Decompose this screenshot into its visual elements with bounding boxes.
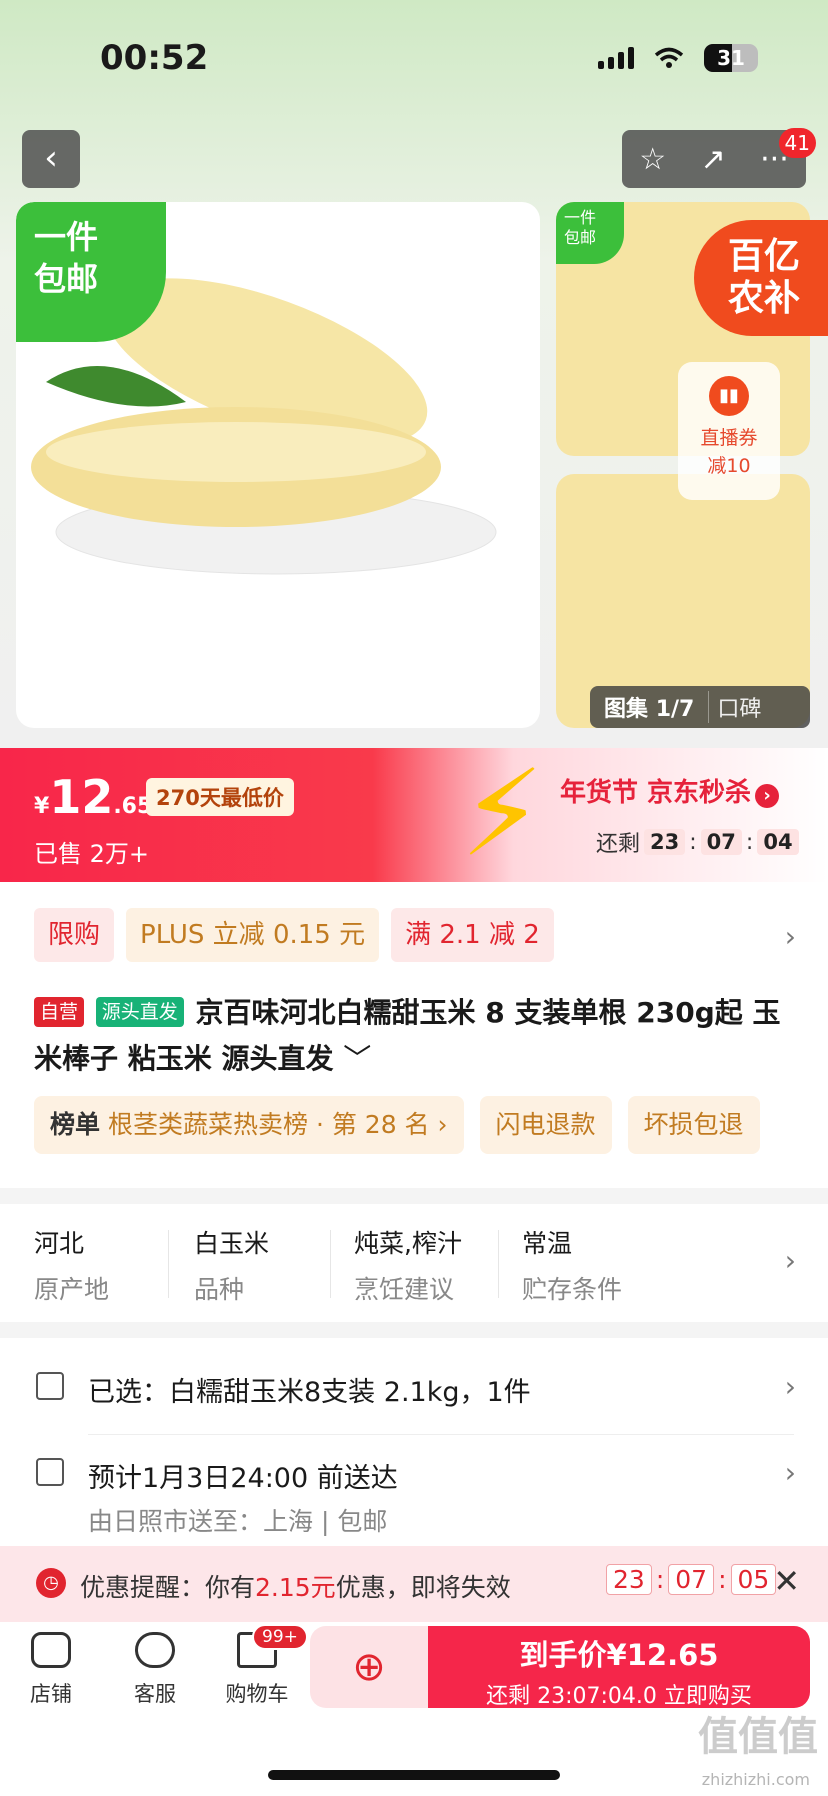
watermark-logo: 值值值: [698, 1714, 818, 1760]
hero-area: 00:52 31 ‹ ☆ ↗ ··· 41 一件 包邮 一件 包邮 百亿 农补 …: [0, 0, 828, 748]
home-indicator: [268, 1770, 560, 1780]
add-cart-icon: ⊕: [352, 1644, 386, 1690]
add-to-cart-button[interactable]: ⊕: [310, 1626, 428, 1708]
mini-free-tag: 一件 包邮: [556, 202, 624, 264]
bottom-bar: 店铺 客服 购物车 99+ ⊕ 到手价¥12.65 还剩 23:07:04.0 …: [0, 1622, 828, 1796]
battery-icon: 31: [704, 44, 758, 72]
spec-cooking: 炖菜,榨汁 烹饪建议: [354, 1229, 462, 1304]
spec-row[interactable]: 河北 原产地 白玉米 品种 炖菜,榨汁 烹饪建议 常温 贮存条件 ›: [0, 1204, 828, 1322]
selected-sku-icon: [36, 1372, 64, 1400]
wifi-icon: [654, 47, 684, 68]
spec-variety: 白玉米 品种: [194, 1229, 270, 1304]
product-title[interactable]: 自营 源头直发 京百味河北白糯甜玉米 8 支装单根 230g起 玉米棒子 粘玉米…: [34, 990, 794, 1082]
self-operated-tag: 自营: [34, 997, 85, 1027]
status-time: 00:52: [100, 38, 209, 78]
promo-discount[interactable]: 满 2.1 减 2: [391, 908, 554, 962]
delivery-estimate[interactable]: 预计1月3日24:00 前送达: [88, 1456, 398, 1495]
source-direct-tag: 源头直发: [95, 997, 184, 1027]
clock-icon: ◷: [36, 1568, 66, 1598]
ship-from: 由日照市送至：上海 | 包邮: [88, 1507, 388, 1536]
current-price: ¥12.65: [34, 770, 153, 824]
store-button[interactable]: 店铺: [6, 1632, 96, 1708]
live-icon: ▮▮: [709, 376, 749, 416]
chevron-right-icon[interactable]: ›: [785, 1456, 796, 1489]
star-icon[interactable]: ☆: [639, 142, 666, 177]
price-banner: ¥12.65 270天最低价 已售 2万+ ⚡ 年货节 京东秒杀 › 还剩 23:…: [0, 748, 828, 882]
product-page: 00:52 31 ‹ ☆ ↗ ··· 41 一件 包邮 一件 包邮 百亿 农补 …: [0, 0, 828, 1796]
watermark-url: zhizhizhi.com: [701, 1770, 810, 1789]
reviews-tab[interactable]: 口碑: [708, 691, 761, 723]
ranking-chip[interactable]: 榜单 根茎类蔬菜热卖榜 · 第 28 名 ›: [34, 1096, 464, 1154]
fast-refund-chip[interactable]: 闪电退款: [479, 1096, 612, 1154]
lightning-icon: ⚡: [460, 745, 545, 884]
notification-badge: 41: [778, 128, 816, 158]
truck-icon: [36, 1458, 64, 1486]
close-icon[interactable]: ✕: [773, 1562, 800, 1600]
spec-storage: 常温 贮存条件: [522, 1229, 623, 1304]
back-icon: ‹: [44, 138, 58, 178]
main-product-image[interactable]: 一件 包邮: [16, 202, 540, 728]
discount-reminder: ◷ 优惠提醒：你有2.15元优惠，即将失效 23: 07: 05 ✕: [0, 1546, 828, 1622]
product-info: 限购 PLUS 立减 0.15 元 满 2.1 减 2 › 自营 源头直发 京百…: [0, 882, 828, 1188]
promo-limit[interactable]: 限购: [34, 908, 115, 962]
chevron-right-icon[interactable]: ›: [785, 1244, 796, 1277]
selection-card: 已选：白糯甜玉米8支装 2.1kg，1件 › 预计1月3日24:00 前送达 由…: [0, 1338, 828, 1546]
flash-sale-link[interactable]: 年货节 京东秒杀 ›: [560, 772, 780, 809]
reminder-text: 优惠提醒：你有2.15元优惠，即将失效: [80, 1573, 511, 1602]
chevron-right-icon[interactable]: ›: [785, 920, 796, 953]
store-icon: [31, 1632, 71, 1668]
status-icons: 31: [598, 44, 758, 72]
chevron-right-icon[interactable]: ›: [785, 1370, 796, 1403]
cart-count-badge: 99+: [252, 1624, 308, 1650]
free-shipping-tag: 一件 包邮: [16, 202, 166, 342]
live-coupon[interactable]: ▮▮ 直播券 减10: [678, 362, 780, 500]
gallery-tab[interactable]: 图集 1/7: [590, 691, 708, 723]
flash-sale-countdown: 还剩 23: 07: 04: [596, 826, 799, 858]
signal-icon: [598, 47, 634, 69]
promo-list[interactable]: 限购 PLUS 立减 0.15 元 满 2.1 减 2: [34, 908, 554, 962]
sold-count: 已售 2万+: [34, 840, 150, 868]
service-button[interactable]: 客服: [110, 1632, 200, 1708]
service-chips: 榜单 根茎类蔬菜热卖榜 · 第 28 名 › 闪电退款 坏损包退: [34, 1096, 760, 1154]
reminder-countdown: 23: 07: 05: [606, 1564, 777, 1595]
lowest-price-badge: 270天最低价: [146, 778, 294, 816]
service-icon: [135, 1632, 175, 1668]
back-button[interactable]: ‹: [22, 130, 80, 188]
share-icon[interactable]: ↗: [701, 142, 726, 177]
buy-now-button[interactable]: 到手价¥12.65 还剩 23:07:04.0 立即购买: [428, 1626, 810, 1709]
expand-icon[interactable]: ﹀: [343, 1042, 371, 1075]
gallery-switch[interactable]: 图集 1/7 口碑: [590, 686, 810, 728]
spec-origin: 河北 原产地: [34, 1229, 110, 1304]
subsidy-badge[interactable]: 百亿 农补: [694, 220, 828, 336]
promo-plus[interactable]: PLUS 立减 0.15 元: [126, 908, 380, 962]
arrow-right-icon: ›: [755, 784, 780, 808]
selected-sku[interactable]: 已选：白糯甜玉米8支装 2.1kg，1件: [88, 1370, 531, 1409]
damage-refund-chip[interactable]: 坏损包退: [627, 1096, 760, 1154]
